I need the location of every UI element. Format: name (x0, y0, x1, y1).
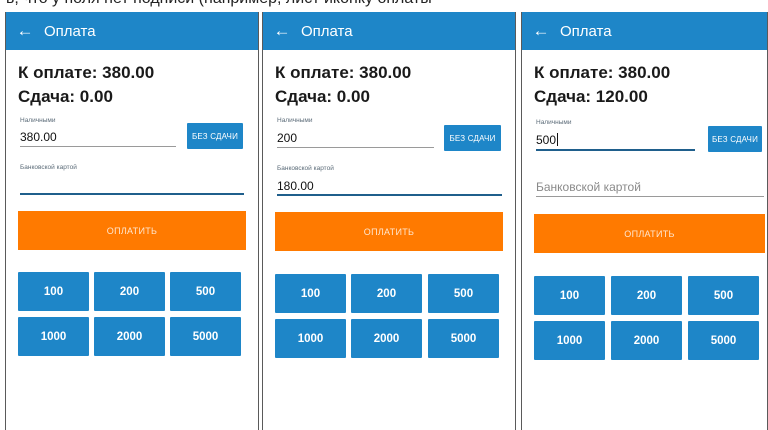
quick-amount-2000[interactable]: 2000 (351, 319, 422, 358)
no-change-button[interactable]: БЕЗ СДАЧИ (187, 123, 243, 149)
screen-title: Оплата (44, 22, 96, 40)
arrow-left-icon[interactable]: ← (522, 12, 560, 50)
card-input-underline (277, 194, 502, 196)
payment-screen-1: ← Оплата К оплате: 380.00 Сдача: 0.00 На… (5, 12, 259, 430)
pay-button[interactable]: ОПЛАТИТЬ (275, 212, 503, 251)
cash-input-underline (536, 149, 695, 151)
quick-amount-5000[interactable]: 5000 (688, 321, 759, 360)
quick-amount-100[interactable]: 100 (18, 272, 89, 311)
cash-input[interactable]: 380.00 (20, 130, 57, 144)
quick-amount-2000[interactable]: 2000 (611, 321, 682, 360)
pay-button[interactable]: ОПЛАТИТЬ (18, 211, 246, 250)
amount-due: К оплате: 380.00 (275, 63, 412, 82)
quick-amount-5000[interactable]: 5000 (428, 319, 499, 358)
app-bar: ← Оплата (6, 12, 258, 50)
no-change-button[interactable]: БЕЗ СДАЧИ (444, 125, 501, 151)
app-bar: ← Оплата (522, 12, 767, 50)
quick-amount-5000[interactable]: 5000 (170, 317, 241, 356)
quick-amount-500[interactable]: 500 (428, 274, 499, 313)
card-input[interactable]: Банковской картой (536, 180, 641, 194)
quick-amount-200[interactable]: 200 (611, 276, 682, 315)
cash-input-underline (20, 146, 176, 147)
card-field-label: Банковской картой (20, 164, 77, 171)
cash-input-value: 500 (536, 133, 557, 147)
arrow-left-icon[interactable]: ← (263, 12, 301, 50)
quick-amount-500[interactable]: 500 (688, 276, 759, 315)
amount-due: К оплате: 380.00 (18, 63, 155, 82)
cash-field-label: Наличными (277, 117, 313, 124)
card-input-underline (536, 196, 764, 197)
payment-screen-2: ← Оплата К оплате: 380.00 Сдача: 0.00 На… (262, 12, 516, 430)
change-amount: Сдача: 0.00 (18, 87, 113, 106)
card-input-underline (20, 193, 244, 195)
page: ь, что у поля нет подписи (например, лис… (0, 0, 768, 430)
card-input[interactable]: 180.00 (277, 179, 314, 193)
change-amount: Сдача: 0.00 (275, 87, 370, 106)
cash-input[interactable]: 200 (277, 131, 297, 145)
payment-screen-3: ← Оплата К оплате: 380.00 Сдача: 120.00 … (521, 12, 768, 430)
quick-amount-500[interactable]: 500 (170, 272, 241, 311)
change-amount: Сдача: 120.00 (534, 87, 648, 106)
cropped-caption-text: ь, что у поля нет подписи (например, лис… (6, 0, 432, 8)
pay-button[interactable]: ОПЛАТИТЬ (534, 214, 765, 253)
cash-field-label: Наличными (536, 119, 572, 126)
text-caret (557, 133, 559, 146)
cropped-caption: ь, что у поля нет подписи (например, лис… (0, 0, 768, 12)
cash-field-label: Наличными (20, 117, 56, 124)
quick-amount-2000[interactable]: 2000 (94, 317, 165, 356)
quick-amount-100[interactable]: 100 (275, 274, 346, 313)
cash-input[interactable]: 500 (536, 133, 559, 147)
quick-amount-1000[interactable]: 1000 (18, 317, 89, 356)
card-field-label: Банковской картой (277, 165, 334, 172)
quick-amount-1000[interactable]: 1000 (275, 319, 346, 358)
no-change-button[interactable]: БЕЗ СДАЧИ (708, 126, 762, 152)
amount-due: К оплате: 380.00 (534, 63, 671, 82)
app-bar: ← Оплата (263, 12, 515, 50)
screen-title: Оплата (560, 22, 612, 40)
cash-input-underline (277, 147, 434, 148)
quick-amount-200[interactable]: 200 (351, 274, 422, 313)
quick-amount-100[interactable]: 100 (534, 276, 605, 315)
screen-title: Оплата (301, 22, 353, 40)
arrow-left-icon[interactable]: ← (6, 12, 44, 50)
quick-amount-200[interactable]: 200 (94, 272, 165, 311)
quick-amount-1000[interactable]: 1000 (534, 321, 605, 360)
